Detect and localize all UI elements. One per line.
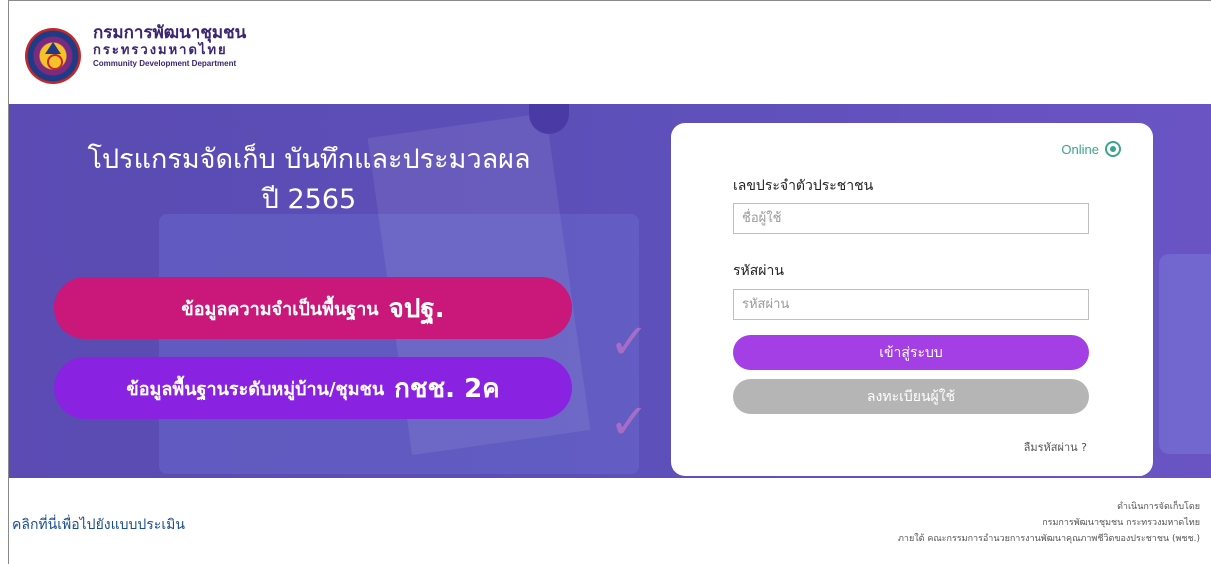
kchch-button-label: ข้อมูลพื้นฐานระดับหมู่บ้าน/ชุมชน (126, 378, 385, 400)
logo-emblem-shape (47, 54, 63, 70)
check-decoration-icon: ✓ (609, 394, 650, 450)
password-label: รหัสผ่าน (733, 263, 784, 279)
jpt-button-label: ข้อมูลความจำเป็นพื้นฐาน (181, 298, 379, 320)
kchch-data-button[interactable]: ข้อมูลพื้นฐานระดับหมู่บ้าน/ชุมชน กชช. 2ค (54, 357, 572, 419)
online-status-label: Online (1061, 141, 1099, 157)
org-name-th: กรมการพัฒนาชุมชน (93, 23, 247, 43)
jpt-data-button[interactable]: ข้อมูลความจำเป็นพื้นฐาน จปฐ. (54, 277, 572, 339)
login-button[interactable]: เข้าสู่ระบบ (733, 335, 1089, 370)
jpt-button-emphasis: จปฐ. (388, 293, 445, 324)
credit-line: กรมการพัฒนาชุมชน กระทรวงมหาดไทย (1042, 518, 1200, 528)
brand-block: กรมการพัฒนาชุมชน กระทรวงมหาดไทย Communit… (93, 23, 246, 68)
register-button[interactable]: ลงทะเบียนผู้ใช้ (733, 379, 1089, 414)
credit-line: ภายใต้ คณะกรรมการอำนวยการงานพัฒนาคุณภาพช… (897, 534, 1200, 544)
org-name-en: Community Development Department (93, 59, 237, 68)
kchch-button-emphasis: กชช. 2ค (394, 373, 500, 404)
background-decoration (1159, 254, 1211, 454)
ministry-name-th: กระทรวงมหาดไทย (93, 43, 228, 58)
citizen-id-input[interactable] (733, 203, 1089, 234)
program-title: โปรแกรมจัดเก็บ บันทึกและประมวลผล ปี 2565 (49, 140, 569, 220)
footer-credits: ดำเนินการจัดเก็บโดย กรมการพัฒนาชุมชน กระ… (898, 499, 1200, 547)
evaluation-link[interactable]: คลิกที่นี่เพื่อไปยังแบบประเมิน (12, 514, 185, 536)
credit-line: ดำเนินการจัดเก็บโดย (1117, 502, 1200, 512)
title-line-1: โปรแกรมจัดเก็บ บันทึกและประมวลผล (87, 144, 531, 175)
login-card: Online เลขประจำตัวประชาชน รหัสผ่าน เข้าส… (671, 123, 1153, 476)
title-line-2: ปี 2565 (261, 184, 357, 215)
citizen-id-label: เลขประจำตัวประชาชน (733, 178, 874, 194)
password-input[interactable] (733, 289, 1089, 320)
check-decoration-icon: ✓ (609, 314, 650, 370)
forgot-password-link[interactable]: ลืมรหัสผ่าน ? (1024, 438, 1087, 456)
online-status: Online (1061, 141, 1121, 157)
online-indicator-icon (1105, 141, 1121, 157)
logo-roof-shape (45, 42, 61, 54)
cdd-logo-icon (25, 28, 81, 84)
site-header: กรมการพัฒนาชุมชน กระทรวงมหาดไทย Communit… (9, 1, 1211, 104)
